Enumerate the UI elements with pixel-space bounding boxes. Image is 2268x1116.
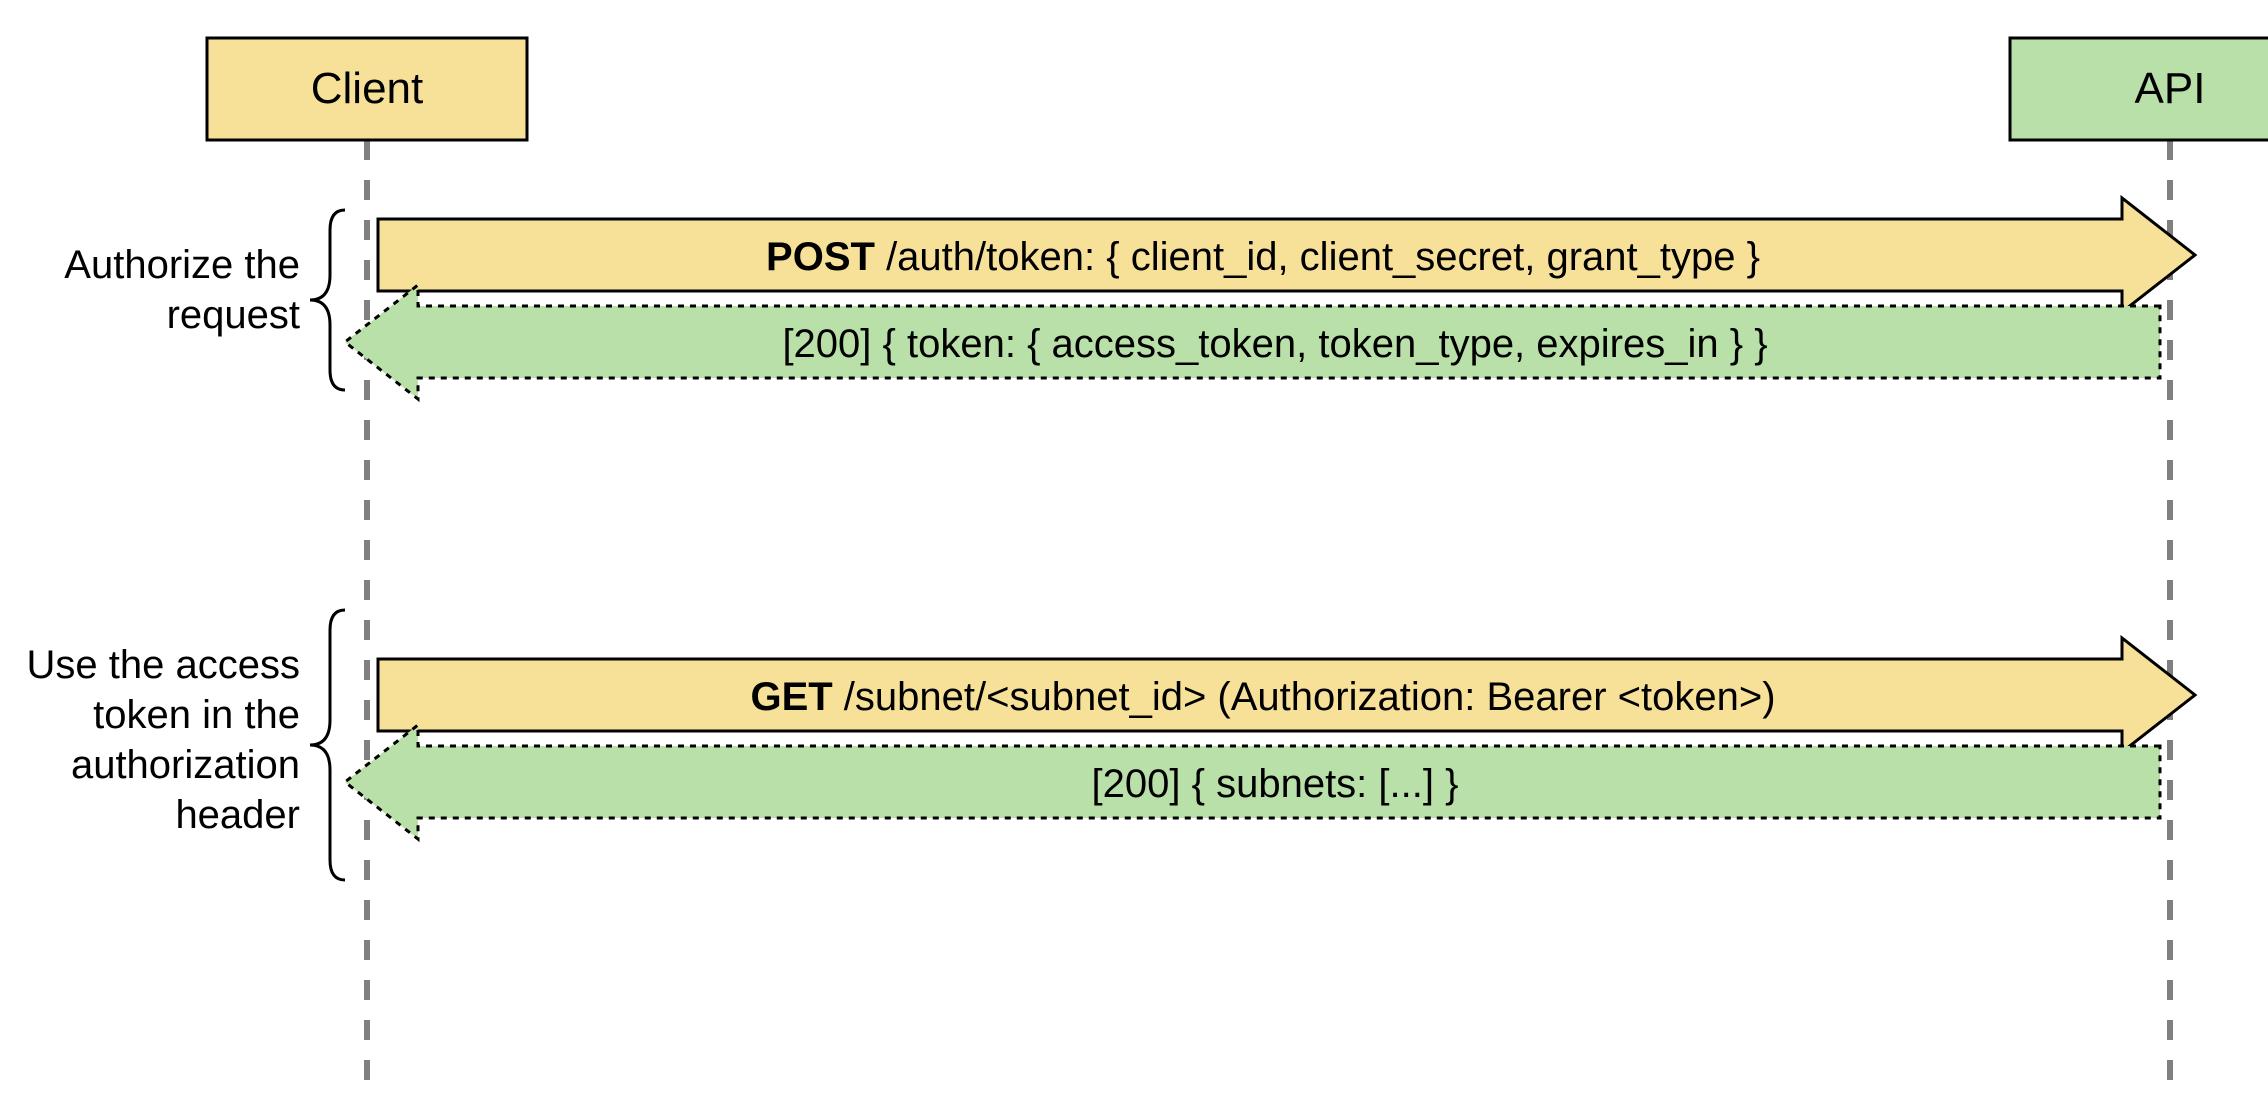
group-auth-label-line2: request — [167, 293, 300, 337]
use-request-rest: /subnet/<subnet_id> (Authorization: Bear… — [833, 675, 1776, 719]
brace-auth — [310, 210, 345, 390]
api-actor-label: API — [2135, 64, 2206, 113]
use-response-text: [200] { subnets: [...] } — [1092, 762, 1459, 806]
auth-request-method: POST — [766, 235, 875, 279]
group-auth-label-line1: Authorize the — [64, 243, 300, 287]
sequence-diagram: Client API Authorize the request POST /a… — [0, 0, 2268, 1116]
auth-request-text: POST /auth/token: { client_id, client_se… — [766, 235, 1760, 279]
use-request-method: GET — [750, 675, 832, 719]
brace-use — [310, 610, 345, 880]
group-use-label-line4: header — [175, 793, 300, 837]
auth-response-text: [200] { token: { access_token, token_typ… — [782, 322, 1767, 366]
group-use-label-line2: token in the — [93, 693, 300, 737]
auth-request-rest: /auth/token: { client_id, client_secret,… — [875, 235, 1760, 279]
group-use-label-line3: authorization — [71, 743, 300, 787]
client-actor-label: Client — [311, 64, 424, 113]
use-request-text: GET /subnet/<subnet_id> (Authorization: … — [750, 675, 1775, 719]
group-use-label-line1: Use the access — [27, 643, 300, 687]
